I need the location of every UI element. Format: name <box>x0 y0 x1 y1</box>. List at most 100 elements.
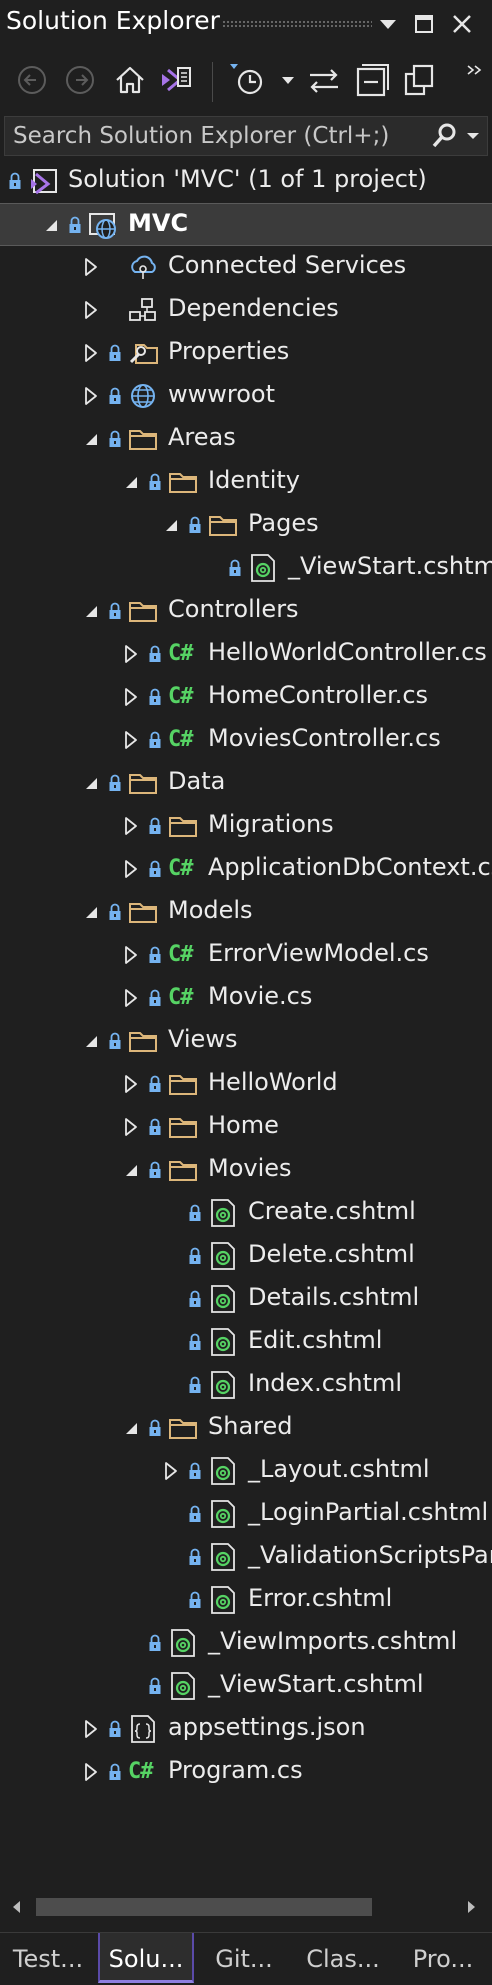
tree-item-label: Views <box>168 1025 238 1053</box>
tab-test-explorer[interactable]: Test... <box>0 1933 96 1983</box>
tree-row[interactable]: C# ApplicationDbContext.cs <box>0 848 492 891</box>
collapsed-chevron-icon[interactable] <box>160 1460 182 1482</box>
tree-row[interactable]: Delete.cshtml <box>0 1235 492 1278</box>
tree-row[interactable]: Edit.cshtml <box>0 1321 492 1364</box>
scroll-left-icon[interactable] <box>8 1898 26 1916</box>
toolbar-overflow-icon[interactable] <box>462 58 488 102</box>
forward-icon[interactable] <box>58 58 102 102</box>
tree-row[interactable]: appsettings.json <box>0 1708 492 1751</box>
maximize-icon[interactable] <box>408 8 440 40</box>
expanded-chevron-icon[interactable] <box>80 428 102 450</box>
tree-row[interactable]: Movies <box>0 1149 492 1192</box>
tree-row[interactable]: Properties <box>0 332 492 375</box>
tree-item-label: Movie.cs <box>208 982 313 1010</box>
expanded-chevron-icon[interactable] <box>120 471 142 493</box>
collapsed-chevron-icon[interactable] <box>120 643 142 665</box>
tree-row[interactable]: Models <box>0 891 492 934</box>
tree-item-label: Properties <box>168 337 290 365</box>
collapsed-chevron-icon[interactable] <box>120 1073 142 1095</box>
tree-row[interactable]: Details.cshtml <box>0 1278 492 1321</box>
collapsed-chevron-icon[interactable] <box>120 729 142 751</box>
collapsed-chevron-icon[interactable] <box>80 385 102 407</box>
collapsed-chevron-icon[interactable] <box>120 987 142 1009</box>
tree-row[interactable]: Views <box>0 1020 492 1063</box>
expanded-chevron-icon[interactable] <box>80 901 102 923</box>
collapsed-chevron-icon[interactable] <box>80 1761 102 1783</box>
lock-icon <box>108 386 122 406</box>
tree-row[interactable]: Identity <box>0 461 492 504</box>
tree-row[interactable]: Controllers <box>0 590 492 633</box>
tree-row[interactable]: HelloWorld <box>0 1063 492 1106</box>
tree-row[interactable]: wwwroot <box>0 375 492 418</box>
expanded-chevron-icon[interactable] <box>80 600 102 622</box>
tree-row[interactable]: C# MoviesController.cs <box>0 719 492 762</box>
tree-row[interactable]: C# HelloWorldController.cs <box>0 633 492 676</box>
tree-row[interactable]: C# Movie.cs <box>0 977 492 1020</box>
tree-row[interactable]: Create.cshtml <box>0 1192 492 1235</box>
collapsed-chevron-icon[interactable] <box>80 1718 102 1740</box>
tree-row[interactable]: Index.cshtml <box>0 1364 492 1407</box>
tree-row[interactable]: _Layout.cshtml <box>0 1450 492 1493</box>
collapsed-chevron-icon[interactable] <box>80 342 102 364</box>
tree-row[interactable]: C# Program.cs <box>0 1751 492 1794</box>
sync-with-active-document-icon[interactable] <box>302 58 346 102</box>
tree-row[interactable]: Data <box>0 762 492 805</box>
collapsed-chevron-icon[interactable] <box>120 1116 142 1138</box>
tree-row[interactable]: Error.cshtml <box>0 1579 492 1622</box>
collapse-all-icon[interactable] <box>350 58 394 102</box>
tree-row[interactable]: Migrations <box>0 805 492 848</box>
switch-views-icon[interactable] <box>154 58 198 102</box>
back-icon[interactable] <box>10 58 54 102</box>
tree-row[interactable]: Shared <box>0 1407 492 1450</box>
collapsed-chevron-icon[interactable] <box>120 944 142 966</box>
tree-row[interactable]: _ValidationScriptsPartial.cshtml <box>0 1536 492 1579</box>
tree-row[interactable]: _ViewImports.cshtml <box>0 1622 492 1665</box>
tree-row[interactable]: MVC <box>0 203 492 246</box>
scrollbar-thumb[interactable] <box>36 1898 372 1916</box>
expanded-chevron-icon[interactable] <box>160 514 182 536</box>
folder-icon <box>168 1112 198 1142</box>
collapsed-chevron-icon[interactable] <box>120 686 142 708</box>
search-box[interactable]: Search Solution Explorer (Ctrl+;) <box>4 116 488 156</box>
expanded-chevron-icon[interactable] <box>80 1030 102 1052</box>
expanded-chevron-icon[interactable] <box>40 214 62 236</box>
tree-row[interactable]: C# HomeController.cs <box>0 676 492 719</box>
home-icon[interactable] <box>108 58 152 102</box>
drag-grip[interactable] <box>222 20 372 28</box>
collapsed-chevron-icon[interactable] <box>80 299 102 321</box>
tab-solution-explorer[interactable]: Solu... <box>98 1933 194 1983</box>
tree-row[interactable]: Home <box>0 1106 492 1149</box>
tree-row[interactable]: _LoginPartial.cshtml <box>0 1493 492 1536</box>
tab-git-changes[interactable]: Git... <box>196 1933 292 1983</box>
tree-row[interactable]: C# ErrorViewModel.cs <box>0 934 492 977</box>
collapsed-chevron-icon[interactable] <box>120 815 142 837</box>
lock-icon <box>188 1547 202 1567</box>
tree-row[interactable]: Solution 'MVC' (1 of 1 project) <box>0 160 492 203</box>
close-icon[interactable] <box>446 8 478 40</box>
tab-property-manager[interactable]: Pro... <box>394 1933 492 1983</box>
expanded-chevron-icon[interactable] <box>80 772 102 794</box>
tree-row[interactable]: Dependencies <box>0 289 492 332</box>
search-input[interactable]: Search Solution Explorer (Ctrl+;) <box>13 123 389 149</box>
tree-row[interactable]: Pages <box>0 504 492 547</box>
tree-row[interactable]: _ViewStart.cshtml <box>0 547 492 590</box>
tree-row[interactable]: _ViewStart.cshtml <box>0 1665 492 1708</box>
solution-icon <box>28 166 58 196</box>
horizontal-scrollbar[interactable] <box>0 1890 492 1924</box>
collapsed-chevron-icon[interactable] <box>80 256 102 278</box>
tab-class-view[interactable]: Clas... <box>294 1933 392 1983</box>
expanded-chevron-icon[interactable] <box>120 1159 142 1181</box>
lock-icon <box>188 1246 202 1266</box>
tree-row[interactable]: Areas <box>0 418 492 461</box>
tree-item-label: ApplicationDbContext.cs <box>208 853 492 881</box>
show-all-files-icon[interactable] <box>398 58 442 102</box>
scroll-right-icon[interactable] <box>462 1898 480 1916</box>
tree-row[interactable]: Connected Services <box>0 246 492 289</box>
expanded-chevron-icon[interactable] <box>120 1417 142 1439</box>
window-position-dropdown-icon[interactable] <box>372 8 404 40</box>
collapsed-chevron-icon[interactable] <box>120 858 142 880</box>
search-options-dropdown-icon[interactable] <box>463 123 483 149</box>
pending-changes-filter-icon[interactable] <box>226 58 270 102</box>
search-icon[interactable] <box>429 121 459 151</box>
folder-icon <box>128 424 158 454</box>
